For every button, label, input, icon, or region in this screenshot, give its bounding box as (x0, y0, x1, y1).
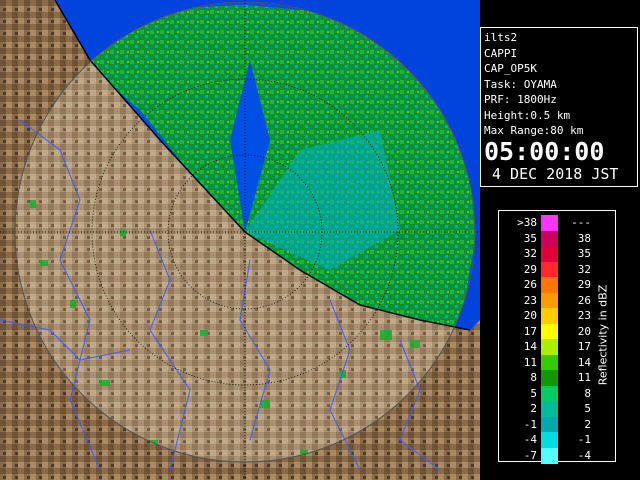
legend-min-value: >38 (517, 216, 537, 229)
legend-max-value: 17 (577, 340, 591, 353)
legend-unit-label: Reflectivity in dBZ (596, 284, 610, 386)
info-panel: ilts2 CAPPI CAP_OP5K Task: OYAMA PRF: 18… (480, 27, 638, 187)
info-date: 4 DEC 2018 JST (492, 164, 619, 183)
legend-min-value: -1 (523, 417, 537, 431)
legend-row: 29 32 (499, 261, 615, 278)
legend-max-value: 29 (577, 278, 591, 291)
legend-max-value: 35 (577, 247, 591, 260)
radar-map[interactable] (0, 0, 480, 480)
legend-swatch (541, 385, 558, 402)
legend-swatch (541, 432, 558, 448)
legend-swatch (541, 230, 558, 247)
legend-min-value: 5 (530, 386, 537, 400)
legend-min-value: 35 (523, 231, 537, 245)
legend-swatch (541, 323, 558, 340)
legend-max-value: 32 (577, 262, 591, 276)
legend-max-value: 5 (584, 402, 591, 415)
legend-max-value: 26 (577, 293, 591, 307)
legend-swatch (541, 246, 558, 262)
legend-row: -1 2 (499, 416, 615, 433)
legend-max-value: 11 (577, 371, 591, 384)
legend-swatch (541, 354, 558, 371)
legend-swatch (541, 416, 558, 433)
info-line-site: ilts2 (484, 31, 518, 44)
legend-swatch (541, 261, 558, 278)
legend-swatch (541, 370, 558, 386)
info-line-height: Height:0.5 km (484, 108, 571, 122)
legend-min-value: 11 (523, 355, 537, 369)
legend-min-value: 8 (530, 371, 537, 384)
legend-row: >38 --- (499, 215, 615, 231)
info-line-product: CAPPI (484, 46, 518, 60)
legend-max-value: 2 (584, 417, 591, 431)
info-line-prf: PRF: 1800Hz (484, 93, 557, 106)
legend-swatch (541, 339, 558, 355)
legend-min-value: 2 (530, 402, 537, 415)
legend-max-value: 14 (577, 355, 591, 369)
legend-swatch (541, 292, 558, 309)
legend-max-value: 23 (577, 309, 591, 322)
legend-row: -7 -4 (499, 447, 615, 464)
info-time: 05:00:00 (484, 136, 605, 166)
legend-min-value: 14 (523, 340, 537, 353)
legend-swatch (541, 277, 558, 293)
legend-max-value: 8 (584, 386, 591, 400)
legend-row: 25 (499, 401, 615, 417)
legend-min-value: 20 (523, 309, 537, 322)
legend-min-value: -4 (523, 433, 537, 446)
legend-min-value: 29 (523, 262, 537, 276)
legend-min-value: 26 (523, 278, 537, 291)
legend-max-value: --- (571, 216, 591, 229)
legend-row: 58 (499, 385, 615, 402)
legend-min-value: -7 (523, 448, 537, 462)
legend-swatch (541, 447, 558, 464)
legend-min-value: 23 (523, 293, 537, 307)
info-line-config: CAP_OP5K (484, 62, 537, 75)
legend-row: -4 -1 (499, 432, 615, 448)
legend-max-value: -1 (577, 433, 591, 446)
legend-swatch (541, 215, 558, 231)
legend-max-value: 20 (577, 324, 591, 338)
legend-row: 32 35 (499, 246, 615, 262)
legend-row: 35 38 (499, 230, 615, 247)
legend-swatch (541, 401, 558, 417)
legend-min-value: 17 (523, 324, 537, 338)
legend-min-value: 32 (523, 247, 537, 260)
legend-swatch (541, 308, 558, 324)
legend-max-value: 38 (577, 231, 591, 245)
legend-max-value: -4 (577, 448, 591, 462)
info-line-task: Task: OYAMA (484, 77, 557, 91)
